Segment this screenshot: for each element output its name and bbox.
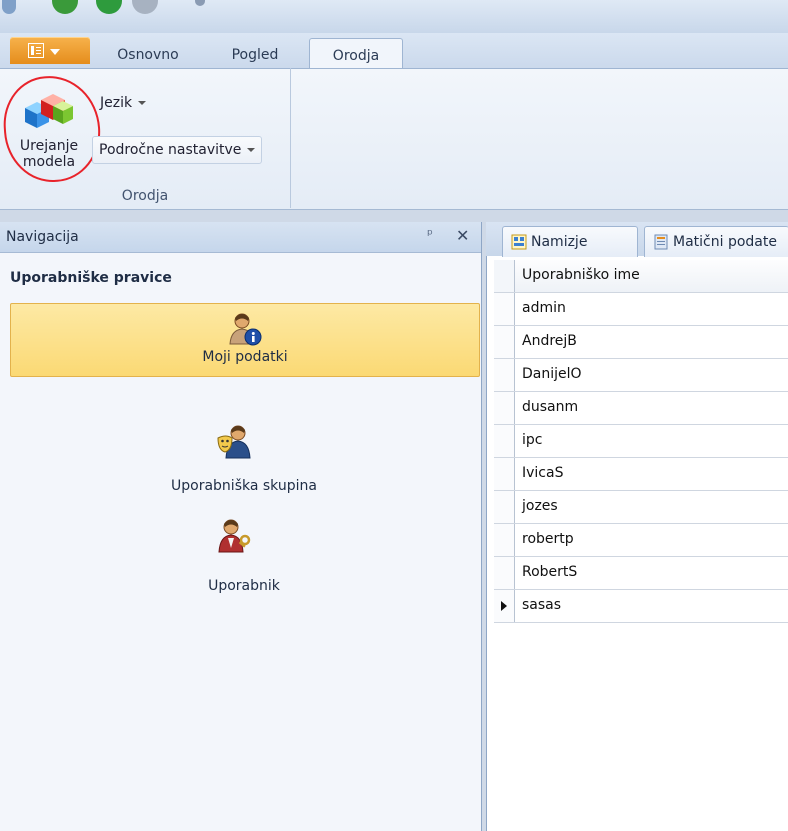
nav-item-label: Uporabniška skupina <box>171 478 317 494</box>
doc-tab-label: Namizje <box>531 234 588 250</box>
model-cubes-icon <box>25 94 73 128</box>
tab-pogled[interactable]: Pogled <box>220 38 290 68</box>
table-cell: AndrejB <box>522 333 577 349</box>
close-icon[interactable]: ✕ <box>456 226 469 245</box>
podrocne-nastavitve-label: Področne nastavitve <box>99 142 242 158</box>
column-header-uporabnisko-ime[interactable]: Uporabniško ime <box>522 267 640 283</box>
podrocne-nastavitve-dropdown[interactable]: Področne nastavitve <box>92 136 263 164</box>
back-icon[interactable] <box>2 0 16 14</box>
quick-access-toolbar <box>0 0 788 33</box>
nav-item-label: Uporabnik <box>208 578 280 594</box>
up-arrow-icon[interactable] <box>96 0 122 14</box>
table-cell: RobertS <box>522 564 578 580</box>
row-indicator[interactable] <box>494 524 515 556</box>
table-cell: DanijelO <box>522 366 582 382</box>
tab-osnovno[interactable]: Osnovno <box>108 38 188 68</box>
row-indicator[interactable] <box>494 326 515 358</box>
nav-item-moji-podatki[interactable]: Moji podatki <box>10 303 480 377</box>
grid-header-row: Uporabniško ime <box>494 260 788 293</box>
table-row[interactable]: RobertS <box>494 557 788 590</box>
row-indicator <box>494 260 515 292</box>
user-group-masks-icon <box>217 425 251 459</box>
doc-tab-label: Matični podate <box>673 234 777 250</box>
customize-qat-icon[interactable] <box>195 0 205 6</box>
current-row-arrow-icon <box>501 601 507 611</box>
row-indicator[interactable] <box>494 425 515 457</box>
row-indicator[interactable] <box>494 293 515 325</box>
chevron-down-icon <box>50 49 60 55</box>
desktop-icon <box>511 234 527 250</box>
down-arrow-icon[interactable] <box>132 0 158 14</box>
navigation-header: Navigacija ᵖ ✕ <box>0 222 481 253</box>
table-row[interactable]: admin <box>494 293 788 326</box>
jezik-dropdown[interactable]: Jezik <box>100 95 147 111</box>
nav-item-uporabnik[interactable]: Uporabnik <box>10 512 478 594</box>
ribbon-group-label: Orodja <box>121 188 169 204</box>
user-key-icon <box>218 519 251 553</box>
table-row-current[interactable]: sasas <box>494 590 788 623</box>
row-indicator[interactable] <box>494 392 515 424</box>
table-cell: admin <box>522 300 566 316</box>
table-row[interactable]: dusanm <box>494 392 788 425</box>
row-indicator[interactable] <box>494 557 515 589</box>
table-cell: dusanm <box>522 399 579 415</box>
user-info-icon <box>229 313 262 346</box>
table-row[interactable]: jozes <box>494 491 788 524</box>
table-cell: ipc <box>522 432 543 448</box>
table-cell: robertp <box>522 531 574 547</box>
row-indicator[interactable] <box>494 590 515 622</box>
row-indicator[interactable] <box>494 491 515 523</box>
pin-icon[interactable]: ᵖ <box>427 227 433 243</box>
doc-tab-namizje[interactable]: Namizje <box>502 226 638 257</box>
jezik-label: Jezik <box>100 95 133 111</box>
doc-tab-maticni-podatki[interactable]: Matični podate <box>644 226 788 257</box>
table-row[interactable]: robertp <box>494 524 788 557</box>
table-cell: IvicaS <box>522 465 564 481</box>
app-menu-icon <box>28 43 44 58</box>
table-cell: jozes <box>522 498 558 514</box>
section-title: Uporabniške pravice <box>10 270 172 286</box>
chevron-down-icon <box>138 101 147 105</box>
nav-item-label: Moji podatki <box>202 349 288 365</box>
refresh-icon[interactable] <box>52 0 78 14</box>
table-row[interactable]: AndrejB <box>494 326 788 359</box>
table-cell: sasas <box>522 597 562 613</box>
application-menu-button[interactable] <box>10 37 90 64</box>
row-indicator[interactable] <box>494 458 515 490</box>
data-icon <box>654 234 668 250</box>
table-row[interactable]: IvicaS <box>494 458 788 491</box>
row-indicator[interactable] <box>494 359 515 391</box>
urejanje-modela-button[interactable]: Urejanje modela <box>12 80 87 180</box>
table-row[interactable]: ipc <box>494 425 788 458</box>
table-row[interactable]: DanijelO <box>494 359 788 392</box>
navigation-title: Navigacija <box>6 229 79 245</box>
urejanje-modela-label: Urejanje modela <box>19 138 79 170</box>
nav-item-uporabniska-skupina[interactable]: Uporabniška skupina <box>10 418 478 498</box>
tab-orodja[interactable]: Orodja <box>309 38 403 69</box>
chevron-down-icon <box>247 148 256 152</box>
